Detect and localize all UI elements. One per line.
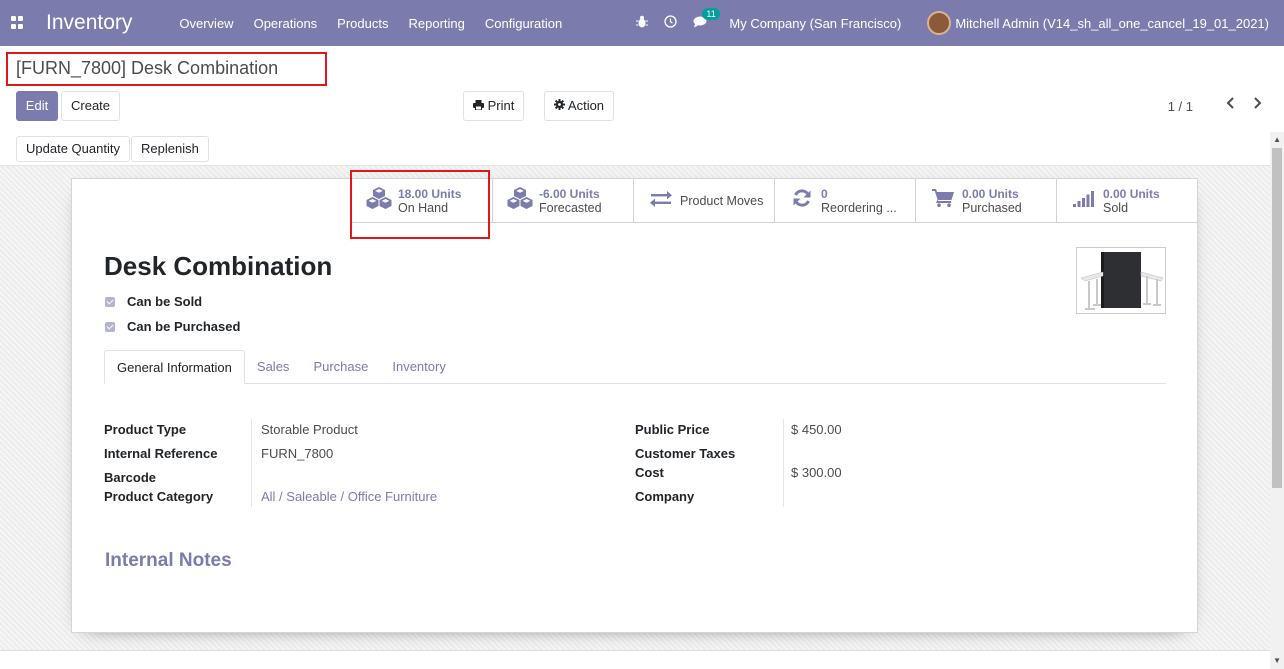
- exchange-icon: [646, 190, 676, 213]
- product-type-label: Product Type: [104, 422, 187, 437]
- product-type-value[interactable]: Storable Product: [261, 422, 358, 437]
- form-statusbar: Update Quantity Replenish: [0, 132, 1284, 166]
- gear-icon: [554, 98, 568, 113]
- reordering-value: 0: [821, 187, 828, 201]
- product-moves-button[interactable]: Product Moves: [633, 179, 774, 223]
- clock-icon[interactable]: [664, 15, 678, 31]
- notebook-tabs: General Information Sales Purchase Inven…: [104, 350, 1166, 384]
- tab-general-information[interactable]: General Information: [104, 350, 245, 384]
- can-be-sold-label: Can be Sold: [127, 294, 203, 309]
- shopping-cart-icon: [928, 189, 958, 213]
- print-button[interactable]: Print: [463, 91, 525, 121]
- bug-icon[interactable]: [636, 15, 649, 31]
- left-group-separator: [251, 419, 252, 507]
- tab-inventory[interactable]: Inventory: [380, 350, 457, 384]
- menu-configuration[interactable]: Configuration: [485, 16, 562, 31]
- scrollbar-thumb[interactable]: [1272, 148, 1282, 488]
- scroll-down-icon[interactable]: ▼: [1273, 656, 1281, 665]
- company-switcher[interactable]: My Company (San Francisco): [729, 16, 901, 31]
- product-name[interactable]: Desk Combination: [104, 251, 332, 282]
- company-label: Company: [635, 489, 695, 504]
- reordering-label: Reordering ...: [821, 201, 897, 215]
- edit-button[interactable]: Edit: [16, 91, 58, 121]
- purchased-label: Purchased: [962, 201, 1022, 215]
- internal-notes-title: Internal Notes: [105, 550, 232, 571]
- update-quantity-button[interactable]: Update Quantity: [16, 136, 130, 162]
- forecasted-button[interactable]: -6.00 Units Forecasted: [492, 179, 633, 223]
- app-title[interactable]: Inventory: [46, 11, 132, 35]
- public-price-label: Public Price: [635, 422, 710, 437]
- product-moves-label: Product Moves: [680, 194, 764, 208]
- right-group-separator: [783, 419, 784, 507]
- chevron-left-icon[interactable]: [1226, 96, 1253, 113]
- menu-products[interactable]: Products: [337, 16, 388, 31]
- product-category-link[interactable]: All / Saleable / Office Furniture: [261, 489, 437, 504]
- pager-value[interactable]: 1 / 1: [1168, 99, 1193, 114]
- can-be-purchased-row: Can be Purchased: [105, 319, 240, 334]
- tab-sales[interactable]: Sales: [245, 350, 302, 384]
- forecasted-label: Forecasted: [539, 201, 602, 215]
- action-label: Action: [567, 98, 605, 113]
- cost-label: Cost: [635, 465, 664, 480]
- product-image[interactable]: [1076, 247, 1166, 314]
- sold-value: 0.00 Units: [1103, 187, 1160, 201]
- top-navbar: Inventory Overview Operations Products R…: [0, 0, 1284, 46]
- purchased-value: 0.00 Units: [962, 187, 1019, 201]
- reordering-rules-button[interactable]: 0 Reordering ...: [774, 179, 915, 223]
- menu-operations[interactable]: Operations: [254, 16, 318, 31]
- scroll-up-icon[interactable]: ▲: [1273, 135, 1281, 144]
- pager-arrows: [1226, 96, 1262, 114]
- print-icon: [473, 98, 488, 113]
- cost-value[interactable]: $ 300.00: [791, 465, 842, 480]
- forecasted-value: -6.00 Units: [539, 187, 600, 201]
- replenish-button[interactable]: Replenish: [131, 136, 209, 162]
- main-menu: Overview Operations Products Reporting C…: [179, 16, 582, 31]
- public-price-value[interactable]: $ 450.00: [791, 422, 842, 437]
- purchased-button[interactable]: 0.00 Units Purchased: [915, 179, 1056, 223]
- menu-reporting[interactable]: Reporting: [408, 16, 464, 31]
- print-label: Print: [487, 98, 515, 113]
- customer-taxes-label: Customer Taxes: [635, 446, 736, 461]
- product-category-label: Product Category: [104, 489, 214, 504]
- internal-reference-value[interactable]: FURN_7800: [261, 446, 333, 461]
- tab-purchase[interactable]: Purchase: [301, 350, 380, 384]
- sold-label: Sold: [1103, 201, 1129, 215]
- signal-icon: [1069, 190, 1099, 213]
- create-button[interactable]: Create: [61, 91, 121, 121]
- action-button[interactable]: Action: [544, 91, 615, 121]
- refresh-icon: [787, 188, 817, 214]
- form-footer: [0, 650, 1270, 669]
- can-be-purchased-label: Can be Purchased: [127, 319, 241, 334]
- breadcrumb-highlight: [6, 52, 327, 86]
- user-avatar[interactable]: [927, 11, 952, 35]
- barcode-label: Barcode: [104, 470, 157, 485]
- user-menu[interactable]: Mitchell Admin (V14_sh_all_one_cancel_19…: [955, 16, 1269, 31]
- menu-overview[interactable]: Overview: [179, 16, 233, 31]
- chat-icon[interactable]: 11: [693, 7, 720, 31]
- product-form-sheet: 18.00 Units On Hand -6.00 Units Forecast…: [71, 178, 1198, 633]
- internal-reference-label: Internal Reference: [104, 446, 218, 461]
- can-be-sold-checkbox[interactable]: [105, 296, 115, 307]
- can-be-purchased-checkbox[interactable]: [105, 321, 115, 332]
- sold-button[interactable]: 0.00 Units Sold: [1056, 179, 1197, 223]
- cubes-icon: [505, 187, 535, 215]
- navbar-systray: 11 My Company (San Francisco) Mitchell A…: [636, 0, 1284, 46]
- chat-count-badge: 11: [702, 7, 720, 20]
- apps-menu-icon[interactable]: [11, 16, 25, 30]
- on-hand-highlight: [350, 170, 490, 239]
- chevron-right-icon[interactable]: [1253, 96, 1262, 113]
- can-be-sold-row: Can be Sold: [105, 294, 202, 309]
